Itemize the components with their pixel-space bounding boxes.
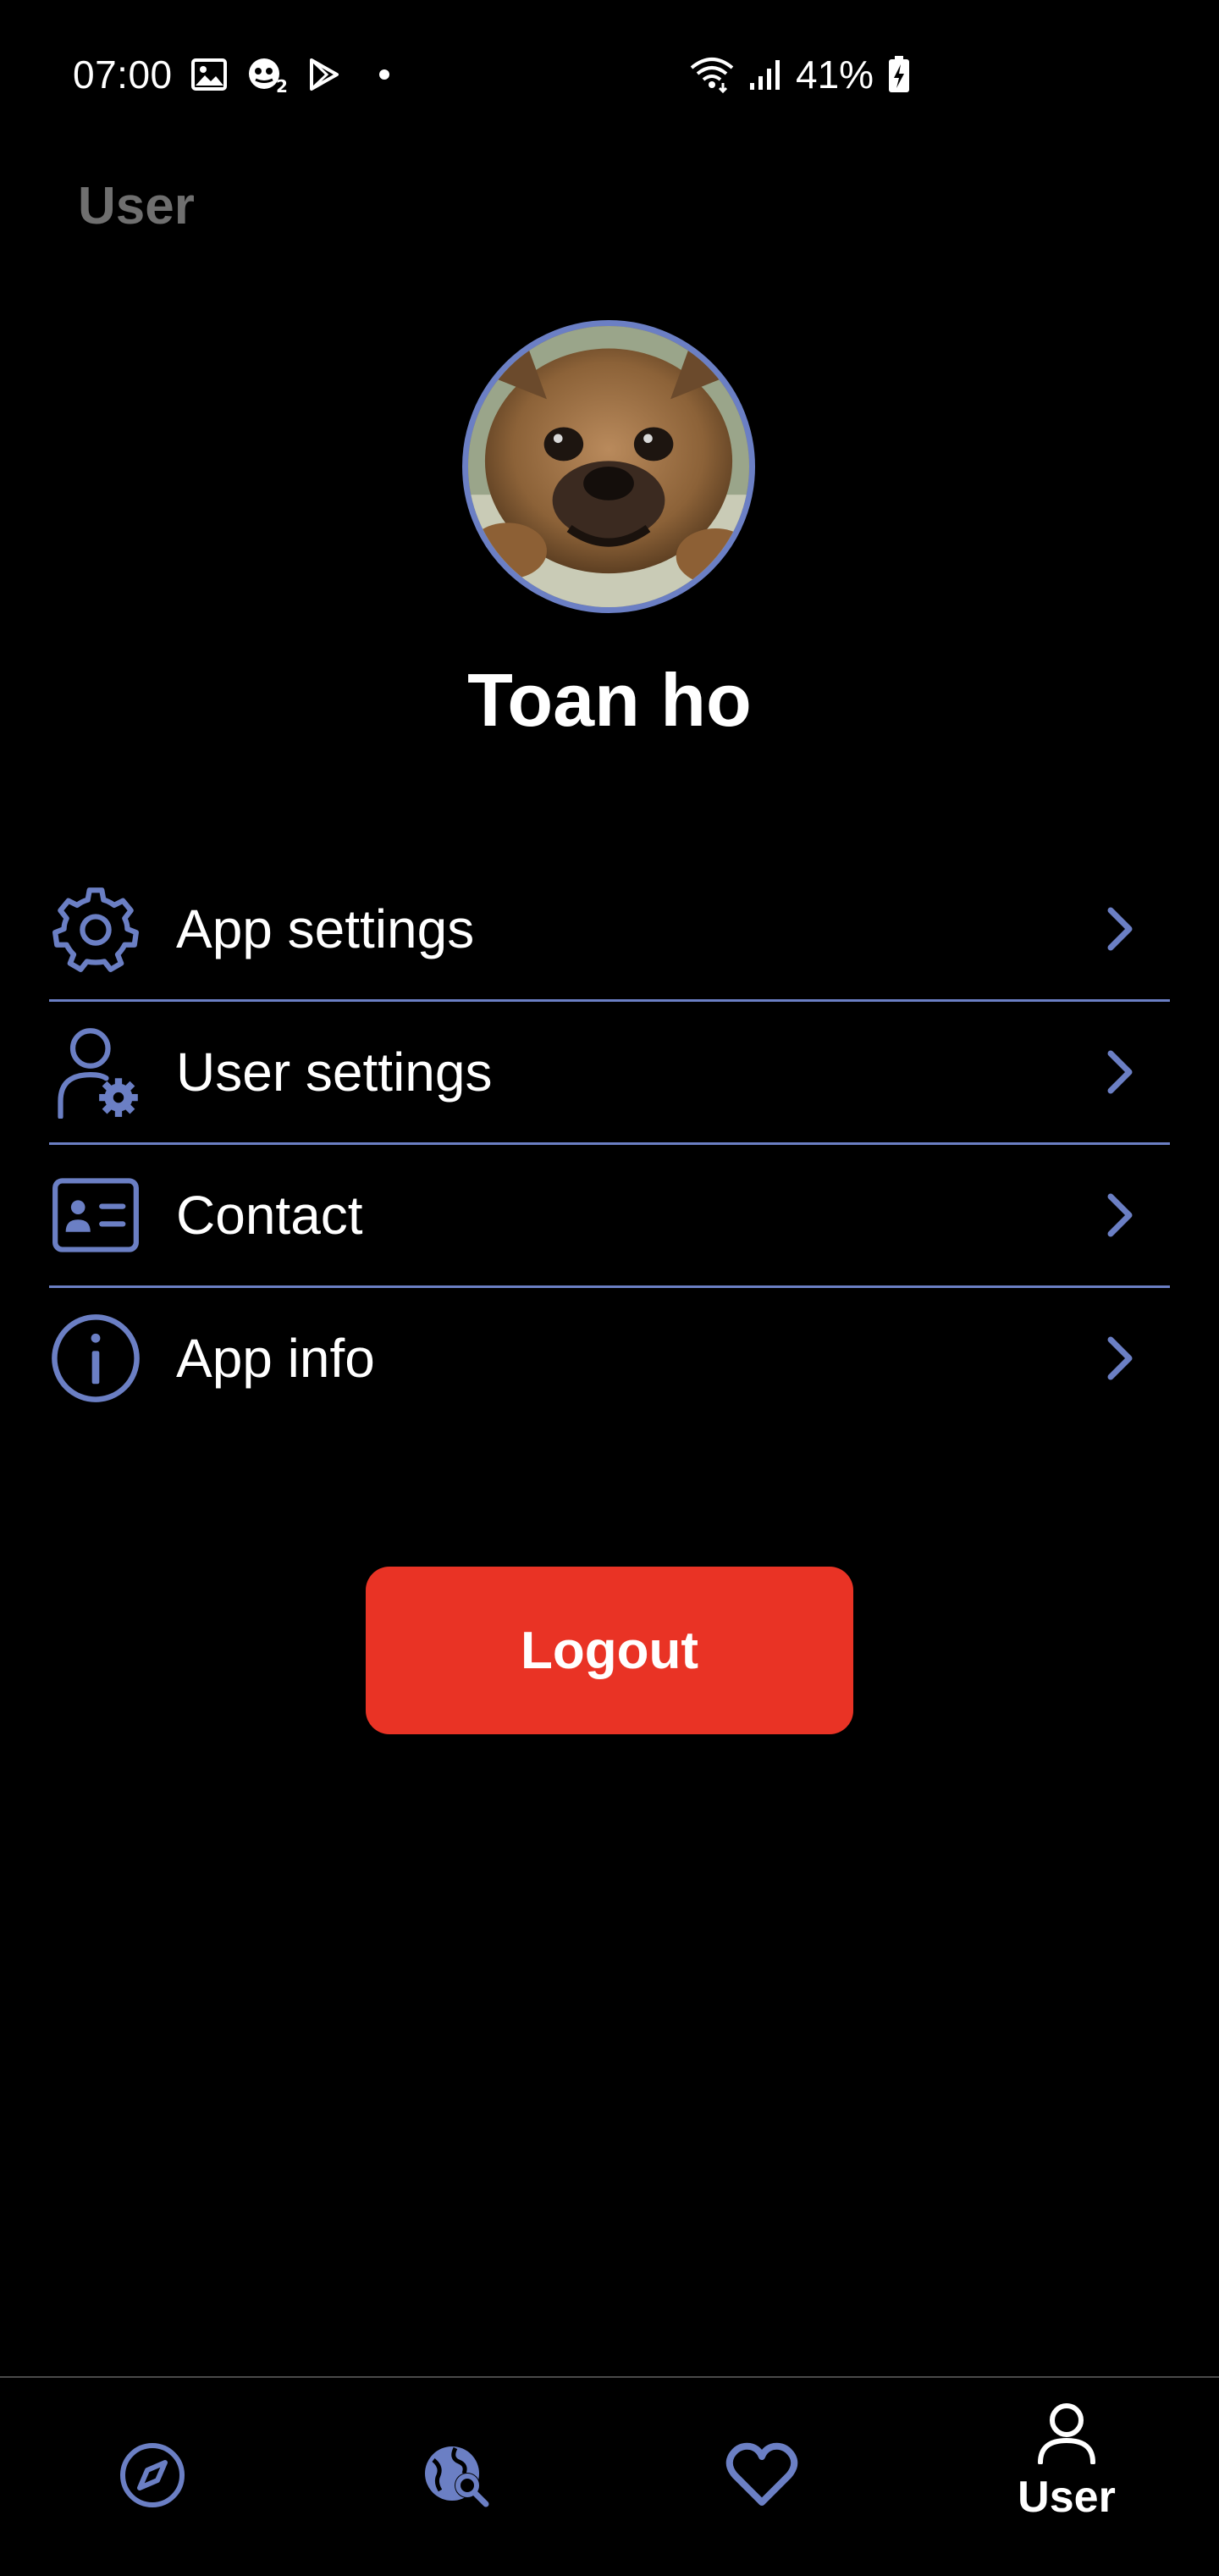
user-icon <box>1036 2402 1097 2468</box>
notification-dot <box>378 69 389 80</box>
chevron-right-icon <box>1099 1190 1141 1241</box>
menu-item-app-settings[interactable]: App settings <box>49 859 1170 1002</box>
nav-label-user: User <box>1018 2473 1116 2522</box>
menu-item-contact[interactable]: Contact <box>49 1145 1170 1288</box>
status-time: 07:00 <box>73 53 173 97</box>
menu-item-app-info[interactable]: App info <box>49 1288 1170 1429</box>
compass-icon <box>119 2441 186 2513</box>
menu-item-label: App settings <box>176 898 475 959</box>
contact-card-icon <box>49 1169 142 1262</box>
info-icon <box>49 1312 142 1405</box>
gallery-icon <box>190 58 227 91</box>
gear-icon <box>49 882 142 976</box>
user-name: Toan ho <box>467 658 752 742</box>
nav-item-user[interactable]: User <box>914 2378 1219 2576</box>
chevron-right-icon <box>1099 1333 1141 1384</box>
signal-icon <box>748 58 782 91</box>
svg-text:2: 2 <box>276 76 288 94</box>
logout-button[interactable]: Logout <box>366 1567 853 1734</box>
status-bar: 07:00 2 41% <box>73 47 1146 102</box>
globe-search-icon <box>422 2441 493 2513</box>
avatar[interactable] <box>462 320 755 613</box>
battery-charging-icon <box>887 55 911 94</box>
heart-icon <box>725 2441 799 2513</box>
battery-percent: 41% <box>796 53 874 97</box>
nav-item-favorites[interactable] <box>610 2378 914 2576</box>
play-store-icon <box>308 58 340 91</box>
menu-item-label: User settings <box>176 1042 493 1103</box>
menu-item-label: Contact <box>176 1185 363 1246</box>
wifi-icon <box>689 56 735 93</box>
nav-item-search[interactable] <box>305 2378 610 2576</box>
page-title: User <box>78 177 195 235</box>
menu-item-user-settings[interactable]: User settings <box>49 1002 1170 1145</box>
game-notification-icon: 2 <box>245 55 290 94</box>
settings-menu: App settings User settings Contact App i… <box>49 859 1170 1429</box>
bottom-nav: User <box>0 2376 1219 2576</box>
nav-item-explore[interactable] <box>0 2378 305 2576</box>
dog-photo-avatar <box>468 326 749 607</box>
status-right: 41% <box>689 52 911 97</box>
status-left: 07:00 2 <box>73 52 389 97</box>
chevron-right-icon <box>1099 904 1141 954</box>
chevron-right-icon <box>1099 1047 1141 1097</box>
menu-item-label: App info <box>176 1328 375 1389</box>
user-settings-icon <box>49 1025 142 1119</box>
